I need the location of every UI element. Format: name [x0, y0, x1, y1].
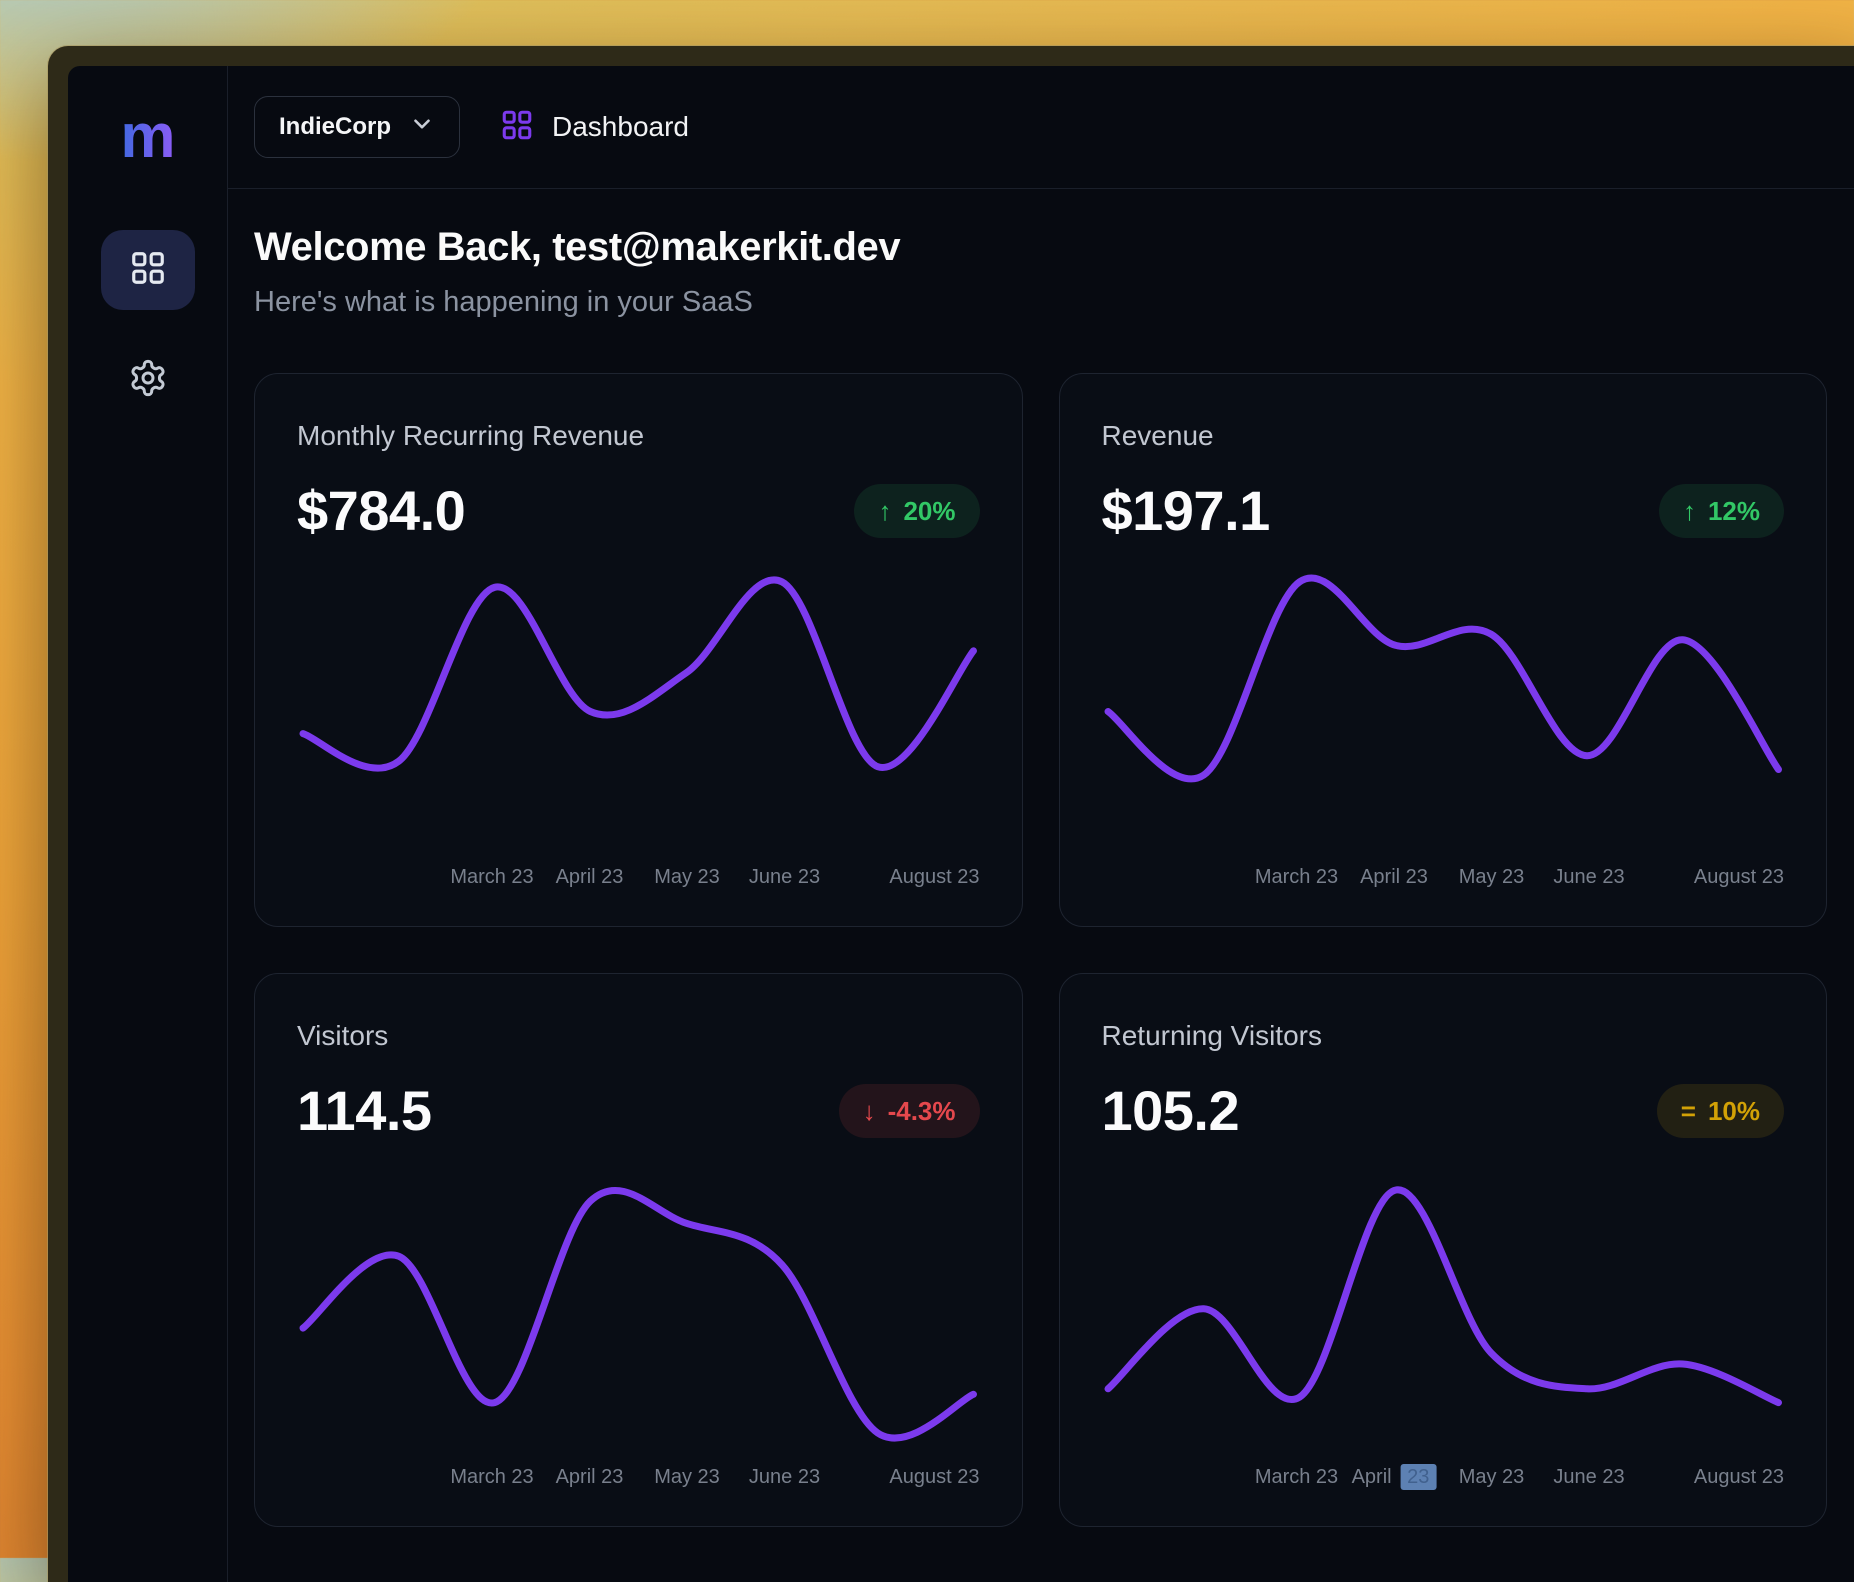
line-series	[303, 580, 973, 768]
line-series	[1108, 1190, 1778, 1403]
line-chart: March 23 April 23 May 23 June 23 August 23	[1102, 1153, 1785, 1496]
page-title: Welcome Back, test@makerkit.dev	[254, 225, 1827, 270]
breadcrumb: Dashboard	[500, 108, 689, 147]
line-series	[1108, 578, 1778, 779]
trend-badge: ↓ -4.3%	[839, 1084, 980, 1138]
metric-value: $784.0	[297, 478, 465, 543]
card-title: Revenue	[1102, 420, 1785, 452]
sidebar-nav	[101, 230, 195, 420]
app-window: m	[48, 46, 1854, 1582]
grid-icon	[129, 249, 167, 292]
line-series	[303, 1190, 973, 1438]
arrow-up-icon: ↑	[1683, 498, 1696, 524]
workspace-name: IndieCorp	[279, 113, 391, 141]
gear-icon	[128, 358, 168, 403]
x-axis-tick: June 23	[749, 1466, 820, 1489]
trend-delta: 20%	[903, 498, 955, 524]
x-axis-tick: April 23	[1360, 866, 1428, 889]
x-axis-tick: August 23	[1694, 1466, 1784, 1489]
arrow-up-icon: ↑	[878, 498, 891, 524]
x-axis-tick: August 23	[889, 1466, 979, 1489]
trend-delta: -4.3%	[888, 1098, 956, 1124]
x-axis-labels: March 23 April 23 May 23 June 23 August 23	[297, 866, 980, 896]
x-axis-tick: April 23	[556, 1466, 624, 1489]
metrics-grid: Monthly Recurring Revenue $784.0 ↑ 20% March…	[254, 373, 1827, 1527]
x-axis-labels: March 23 April 23 May 23 June 23 August 23	[1102, 1466, 1785, 1496]
x-axis-tick: March 23	[450, 1466, 533, 1489]
grid-icon	[500, 108, 534, 147]
trend-badge: = 10%	[1657, 1084, 1784, 1138]
sidebar-item-settings[interactable]	[101, 340, 195, 420]
page-subtitle: Here's what is happening in your SaaS	[254, 286, 1827, 319]
x-axis-tick: June 23	[1553, 866, 1624, 889]
x-axis-tick: May 23	[654, 1466, 720, 1489]
x-axis-tick: August 23	[889, 866, 979, 889]
x-axis-tick: May 23	[1459, 1466, 1525, 1489]
trend-delta: 12%	[1708, 498, 1760, 524]
line-chart-svg	[297, 1160, 980, 1452]
x-axis-tick: May 23	[1459, 866, 1525, 889]
sidebar: m	[68, 66, 228, 1582]
x-axis-tick: March 23	[1255, 866, 1338, 889]
card-title: Returning Visitors	[1102, 1020, 1785, 1052]
metric-value-row: $197.1 ↑ 12%	[1102, 478, 1785, 543]
x-axis-tick: April 23	[1352, 1466, 1437, 1489]
metric-card: Revenue $197.1 ↑ 12% March 23 April 23 May 23 J…	[1059, 373, 1828, 927]
arrow-down-icon: ↓	[863, 1098, 876, 1124]
app-surface: m	[68, 66, 1854, 1582]
selected-text-highlight: 23	[1400, 1464, 1436, 1490]
chevron-down-icon	[409, 111, 435, 144]
dashboard-content: Welcome Back, test@makerkit.dev Here's w…	[228, 189, 1854, 1582]
makerkit-logo: m	[120, 106, 174, 168]
metric-value-row: 105.2 = 10%	[1102, 1078, 1785, 1143]
metric-value: 114.5	[297, 1078, 432, 1143]
x-axis-labels: March 23 April 23 May 23 June 23 August 23	[297, 1466, 980, 1496]
line-chart-svg	[1102, 560, 1785, 852]
sidebar-item-dashboard[interactable]	[101, 230, 195, 310]
workspace-selector-button[interactable]: IndieCorp	[254, 96, 460, 158]
metric-card: Visitors 114.5 ↓ -4.3% March 23 April 23 May 2…	[254, 973, 1023, 1527]
x-axis-labels: March 23 April 23 May 23 June 23 August 23	[1102, 866, 1785, 896]
trend-badge: ↑ 20%	[854, 484, 979, 538]
line-chart: March 23 April 23 May 23 June 23 August 23	[1102, 553, 1785, 896]
equals-icon: =	[1681, 1098, 1696, 1124]
trend-delta: 10%	[1708, 1098, 1760, 1124]
x-axis-tick: June 23	[1553, 1466, 1624, 1489]
metric-value-row: $784.0 ↑ 20%	[297, 478, 980, 543]
line-chart: March 23 April 23 May 23 June 23 August 23	[297, 1153, 980, 1496]
x-axis-tick: March 23	[1255, 1466, 1338, 1489]
line-chart-svg	[1102, 1160, 1785, 1452]
line-chart: March 23 April 23 May 23 June 23 August 23	[297, 553, 980, 896]
trend-badge: ↑ 12%	[1659, 484, 1784, 538]
line-chart-svg	[297, 560, 980, 852]
main-area: IndieCorp Dashboard Welcome	[228, 66, 1854, 1582]
x-axis-tick: April 23	[556, 866, 624, 889]
metric-value: 105.2	[1102, 1078, 1240, 1143]
x-axis-tick: May 23	[654, 866, 720, 889]
x-axis-tick: March 23	[450, 866, 533, 889]
x-axis-tick: August 23	[1694, 866, 1784, 889]
card-title: Visitors	[297, 1020, 980, 1052]
metric-card: Returning Visitors 105.2 = 10% March 23 April…	[1059, 973, 1828, 1527]
metric-value: $197.1	[1102, 478, 1270, 543]
x-axis-tick: June 23	[749, 866, 820, 889]
metric-card: Monthly Recurring Revenue $784.0 ↑ 20% March…	[254, 373, 1023, 927]
topbar: IndieCorp Dashboard	[228, 66, 1854, 189]
breadcrumb-label: Dashboard	[552, 111, 689, 143]
metric-value-row: 114.5 ↓ -4.3%	[297, 1078, 980, 1143]
card-title: Monthly Recurring Revenue	[297, 420, 980, 452]
